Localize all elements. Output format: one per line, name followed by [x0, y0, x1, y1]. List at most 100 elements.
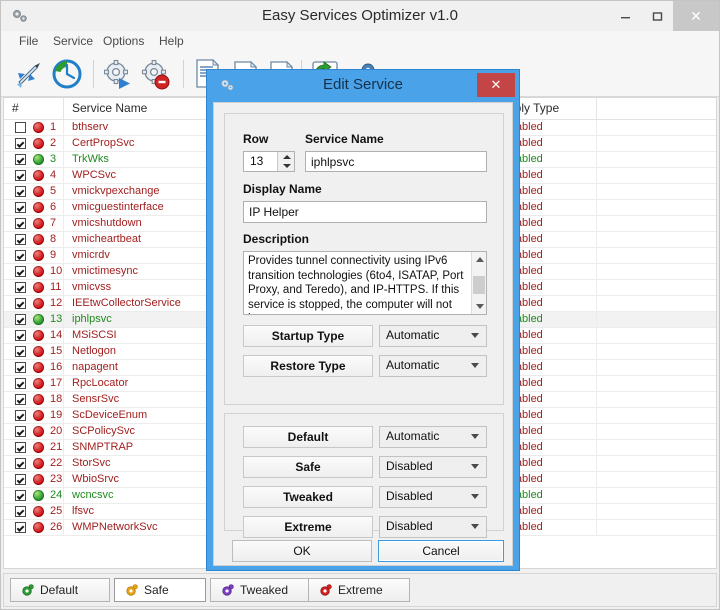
profile-default-select[interactable]: Automatic [379, 426, 487, 448]
row-checkbox[interactable] [15, 250, 26, 261]
tab-default[interactable]: Default [10, 578, 110, 602]
tab-extreme[interactable]: Extreme [308, 578, 410, 602]
scrollbar-thumb[interactable] [473, 276, 485, 294]
row-checkbox[interactable] [15, 234, 26, 245]
row-number-cell[interactable]: 3 [4, 152, 64, 167]
row-number-cell[interactable]: 25 [4, 504, 64, 519]
row-checkbox[interactable] [15, 218, 26, 229]
row-stepper[interactable]: 13 [243, 151, 295, 172]
startup-type-button[interactable]: Startup Type [243, 325, 373, 347]
chevron-down-icon[interactable] [471, 434, 479, 439]
row-checkbox[interactable] [15, 122, 26, 133]
row-checkbox[interactable] [15, 186, 26, 197]
row-number-cell[interactable]: 6 [4, 200, 64, 215]
profile-extreme-button[interactable]: Extreme [243, 516, 373, 538]
menu-item-help[interactable]: Help [153, 31, 190, 52]
row-number-cell[interactable]: 5 [4, 184, 64, 199]
row-checkbox[interactable] [15, 202, 26, 213]
row-checkbox[interactable] [15, 170, 26, 181]
service-name-input[interactable]: iphlpsvc [305, 151, 487, 172]
scroll-down-arrow-icon[interactable] [476, 304, 484, 309]
row-number-cell[interactable]: 13 [4, 312, 64, 327]
row-checkbox[interactable] [15, 282, 26, 293]
startup-type-select[interactable]: Automatic [379, 325, 487, 347]
row-checkbox[interactable] [15, 314, 26, 325]
row-number-cell[interactable]: 4 [4, 168, 64, 183]
profile-safe-button[interactable]: Safe [243, 456, 373, 478]
row-number-cell[interactable]: 9 [4, 248, 64, 263]
row-number-cell[interactable]: 17 [4, 376, 64, 391]
display-name-input[interactable]: IP Helper [243, 201, 487, 223]
menu-item-options[interactable]: Options [97, 31, 150, 52]
row-number-cell[interactable]: 1 [4, 120, 64, 135]
row-number-cell[interactable]: 7 [4, 216, 64, 231]
row-number-cell[interactable]: 8 [4, 232, 64, 247]
scroll-up-arrow-icon[interactable] [476, 257, 484, 262]
column-header-blank-3[interactable] [597, 98, 716, 119]
row-number-cell[interactable]: 15 [4, 344, 64, 359]
maximize-button[interactable] [641, 1, 673, 31]
row-number-cell[interactable]: 21 [4, 440, 64, 455]
menu-item-file[interactable]: File [13, 31, 44, 52]
dialog-close-button[interactable]: ✕ [477, 73, 515, 97]
row-checkbox[interactable] [15, 394, 26, 405]
row-checkbox[interactable] [15, 154, 26, 165]
start-service-icon[interactable] [99, 56, 135, 92]
row-checkbox[interactable] [15, 426, 26, 437]
chevron-down-icon[interactable] [471, 464, 479, 469]
row-checkbox[interactable] [15, 330, 26, 341]
restore-point-icon[interactable] [49, 56, 85, 92]
row-number-cell[interactable]: 18 [4, 392, 64, 407]
description-textarea[interactable]: Provides tunnel connectivity using IPv6 … [243, 251, 487, 315]
row-number-cell[interactable]: 10 [4, 264, 64, 279]
row-checkbox[interactable] [15, 138, 26, 149]
profile-default-button[interactable]: Default [243, 426, 373, 448]
profile-safe-select[interactable]: Disabled [379, 456, 487, 478]
row-checkbox[interactable] [15, 490, 26, 501]
close-button[interactable]: ✕ [673, 1, 719, 31]
profile-tweaked-button[interactable]: Tweaked [243, 486, 373, 508]
row-checkbox[interactable] [15, 474, 26, 485]
row-number-cell[interactable]: 22 [4, 456, 64, 471]
row-stepper-buttons[interactable] [277, 152, 294, 171]
menu-item-service[interactable]: Service [47, 31, 99, 52]
row-checkbox[interactable] [15, 378, 26, 389]
restore-type-select[interactable]: Automatic [379, 355, 487, 377]
row-number-cell[interactable]: 20 [4, 424, 64, 439]
minimize-button[interactable] [610, 1, 641, 31]
tab-safe[interactable]: Safe [114, 578, 206, 602]
row-number-cell[interactable]: 23 [4, 472, 64, 487]
row-number-cell[interactable]: 2 [4, 136, 64, 151]
stepper-down-arrow-icon[interactable] [283, 164, 291, 168]
cancel-button[interactable]: Cancel [378, 540, 504, 562]
row-checkbox[interactable] [15, 442, 26, 453]
row-number-cell[interactable]: 19 [4, 408, 64, 423]
row-number-cell[interactable]: 16 [4, 360, 64, 375]
optimize-rocket-icon[interactable] [9, 56, 45, 92]
row-checkbox[interactable] [15, 410, 26, 421]
restore-type-button[interactable]: Restore Type [243, 355, 373, 377]
profile-tweaked-select[interactable]: Disabled [379, 486, 487, 508]
row-checkbox[interactable] [15, 522, 26, 533]
row-checkbox[interactable] [15, 266, 26, 277]
tab-tweaked[interactable]: Tweaked [210, 578, 316, 602]
chevron-down-icon[interactable] [471, 524, 479, 529]
description-scrollbar[interactable] [471, 252, 486, 314]
stop-service-icon[interactable] [137, 56, 173, 92]
chevron-down-icon[interactable] [471, 333, 479, 338]
row-checkbox[interactable] [15, 506, 26, 517]
profile-extreme-select[interactable]: Disabled [379, 516, 487, 538]
row-checkbox[interactable] [15, 346, 26, 357]
row-checkbox[interactable] [15, 458, 26, 469]
row-number-cell[interactable]: 12 [4, 296, 64, 311]
chevron-down-icon[interactable] [471, 494, 479, 499]
chevron-down-icon[interactable] [471, 363, 479, 368]
row-checkbox[interactable] [15, 298, 26, 309]
row-number-cell[interactable]: 24 [4, 488, 64, 503]
column-header-number[interactable]: # [4, 98, 64, 119]
row-number-cell[interactable]: 14 [4, 328, 64, 343]
stepper-up-arrow-icon[interactable] [283, 155, 291, 159]
row-checkbox[interactable] [15, 362, 26, 373]
row-number-cell[interactable]: 26 [4, 520, 64, 535]
row-number-cell[interactable]: 11 [4, 280, 64, 295]
